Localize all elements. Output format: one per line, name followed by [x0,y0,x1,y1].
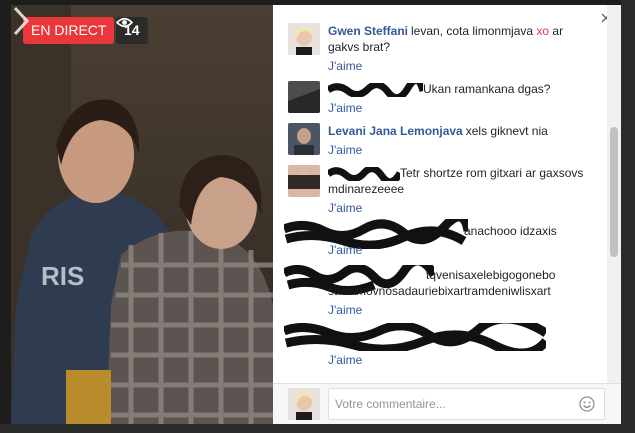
like-link[interactable]: J'aime [328,302,586,318]
like-link[interactable]: J'aime [328,142,586,158]
frame-bottom [0,424,635,433]
live-video[interactable]: RIS EN DIRECT 14 [11,5,273,424]
comment-author[interactable]: Levani Jana Lemonjava [328,124,463,138]
chevron-right-icon[interactable] [11,5,31,37]
like-link[interactable]: J'aime [328,242,586,258]
live-badge: EN DIRECT [23,17,115,44]
smiley-icon[interactable] [579,396,595,412]
comment-text: levan, cota limonmjava [411,24,537,38]
comment-text: xels giknevt nia [465,124,548,138]
live-video-viewer: RIS EN DIRECT 14 Gwen Steffani levan, co… [0,0,635,433]
viewer-count: 14 [116,17,148,44]
like-link[interactable]: J'aime [328,200,586,216]
scroll-thumb[interactable] [610,127,618,257]
comment-composer [273,384,621,424]
comment-scrollbar[interactable] [607,5,621,383]
avatar[interactable] [288,165,320,197]
comment-text: anachooo idzaxis [464,224,557,238]
avatar[interactable] [288,23,320,55]
comment-highlight: xo [536,24,550,38]
comment-text: Ukan ramankana dgas? [423,82,551,96]
redacted-author [328,166,400,181]
comment-input[interactable] [328,388,605,420]
comment-list[interactable]: Gwen Steffani levan, cota limonmjava xo a… [273,5,621,383]
like-link[interactable]: J'aime [328,58,586,74]
redacted-author [328,82,423,97]
avatar [288,388,320,420]
avatar[interactable] [288,81,320,113]
eye-icon [116,17,133,28]
frame-edge [621,0,635,433]
comment-author[interactable]: Gwen Steffani [328,24,408,38]
comments-panel: Gwen Steffani levan, cota limonmjava xo a… [273,5,621,424]
svg-text:RIS: RIS [41,261,84,291]
comment-text: tqvenisaxelebigogonebo sasiamovnosadauri… [328,268,556,298]
like-link[interactable]: J'aime [328,100,586,116]
video-frame: RIS [11,5,273,424]
like-link[interactable]: J'aime [328,352,586,368]
avatar[interactable] [288,123,320,155]
redaction-scribble [284,323,546,351]
